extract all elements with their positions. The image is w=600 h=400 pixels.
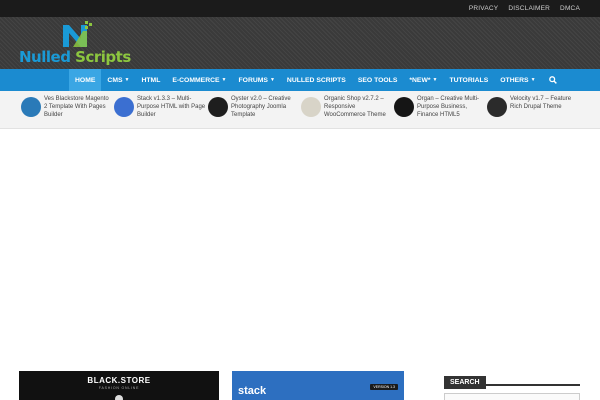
caret-down-icon: ▼: [530, 77, 536, 83]
search-widget: SEARCH: [444, 371, 580, 400]
caret-down-icon: ▼: [432, 77, 438, 83]
nav-label: FORUMS: [238, 76, 268, 84]
nav-label: HOME: [75, 76, 96, 84]
ticker-item[interactable]: Velocity v1.7 – Feature Rich Drupal Them…: [487, 95, 579, 117]
nav-item-ecommerce[interactable]: E-COMMERCE ▼: [166, 69, 232, 91]
logo-word-2: Scripts: [75, 48, 131, 66]
widget-header: SEARCH: [444, 371, 580, 389]
search-icon: [548, 76, 557, 84]
nav-item-html[interactable]: HTML: [135, 69, 166, 91]
ticker-item[interactable]: Oyster v2.0 – Creative Photography Jooml…: [208, 95, 300, 119]
post-title[interactable]: Oyster v2.0 – Creative Photography Jooml…: [231, 95, 300, 119]
nav-label: TUTORIALS: [449, 76, 489, 84]
card-brand: stack: [238, 385, 267, 397]
post-title[interactable]: Stack v1.3.3 – Multi-Purpose HTML with P…: [137, 95, 206, 119]
version-badge: VERSION 1.3: [370, 384, 398, 390]
post-title[interactable]: Velocity v1.7 – Feature Rich Drupal Them…: [510, 95, 579, 111]
nav-item-new[interactable]: *NEW* ▼: [403, 69, 443, 91]
top-links-bar: PRIVACY DISCLAIMER DMCA: [0, 0, 600, 17]
main-nav: HOME CMS ▼ HTML E-COMMERCE ▼ FORUMS ▼ NULLE…: [0, 69, 600, 91]
ticker-item[interactable]: Stack v1.3.3 – Multi-Purpose HTML with P…: [114, 95, 206, 119]
nav-item-seo-tools[interactable]: SEO TOOLS: [352, 69, 404, 91]
site-logo[interactable]: Nulled Scripts: [19, 21, 134, 66]
nav-item-others[interactable]: OTHERS ▼: [494, 69, 541, 91]
card-subtitle: FASHION ONLINE: [98, 386, 140, 390]
post-thumbnail[interactable]: [394, 97, 414, 117]
nav-label: SEO TOOLS: [357, 76, 398, 84]
disclaimer-link[interactable]: DISCLAIMER: [508, 5, 550, 12]
nav-label: OTHERS: [500, 76, 529, 84]
post-thumbnail[interactable]: [487, 97, 507, 117]
nav-item-home[interactable]: HOME: [69, 69, 102, 91]
logo-n-icon: [63, 21, 92, 47]
card-brand: BLACK.STORE: [87, 376, 151, 385]
nav-item-nulled-scripts[interactable]: NULLED SCRIPTS: [281, 69, 352, 91]
featured-post-card[interactable]: BLACK.STORE FASHION ONLINE: [19, 371, 219, 400]
ticker-item[interactable]: Ves Blackstore Magento 2 Template With P…: [21, 95, 113, 119]
caret-down-icon: ▼: [269, 77, 275, 83]
nav-label: HTML: [141, 76, 161, 84]
post-thumbnail[interactable]: [208, 97, 228, 117]
nav-item-forums[interactable]: FORUMS ▼: [233, 69, 281, 91]
site-header: Nulled Scripts: [0, 17, 600, 69]
post-title[interactable]: Ves Blackstore Magento 2 Template With P…: [44, 95, 113, 119]
post-thumbnail[interactable]: [114, 97, 134, 117]
logo-text: Nulled Scripts: [19, 48, 131, 66]
post-thumbnail[interactable]: [21, 97, 41, 117]
nav-label: *NEW*: [409, 76, 431, 84]
post-title[interactable]: Organ – Creative Multi-Purpose Business,…: [417, 95, 486, 119]
nav-label: CMS: [107, 76, 123, 84]
card-decoration: [115, 395, 123, 400]
featured-post-card[interactable]: stack VERSION 1.3: [232, 371, 404, 400]
main-content: BLACK.STORE FASHION ONLINE stack VERSION…: [0, 130, 600, 400]
nav-search-button[interactable]: [542, 69, 564, 91]
nav-item-tutorials[interactable]: TUTORIALS: [443, 69, 494, 91]
caret-down-icon: ▼: [221, 77, 227, 83]
ticker-item[interactable]: Organ – Creative Multi-Purpose Business,…: [394, 95, 486, 119]
caret-down-icon: ▼: [124, 77, 130, 83]
nav-item-cms[interactable]: CMS ▼: [101, 69, 135, 91]
recent-posts-ticker: Ves Blackstore Magento 2 Template With P…: [0, 91, 600, 129]
nav-label: E-COMMERCE: [172, 76, 220, 84]
nav-label: NULLED SCRIPTS: [286, 76, 346, 84]
sidebar-search-input[interactable]: [444, 393, 580, 400]
widget-title: SEARCH: [444, 376, 486, 389]
dmca-link[interactable]: DMCA: [560, 5, 580, 12]
post-thumbnail[interactable]: [301, 97, 321, 117]
logo-word-1: Nulled: [19, 48, 71, 66]
ticker-item[interactable]: Organic Shop v2.7.2 – Responsive WooComm…: [301, 95, 393, 119]
post-title[interactable]: Organic Shop v2.7.2 – Responsive WooComm…: [324, 95, 393, 119]
privacy-link[interactable]: PRIVACY: [469, 5, 498, 12]
